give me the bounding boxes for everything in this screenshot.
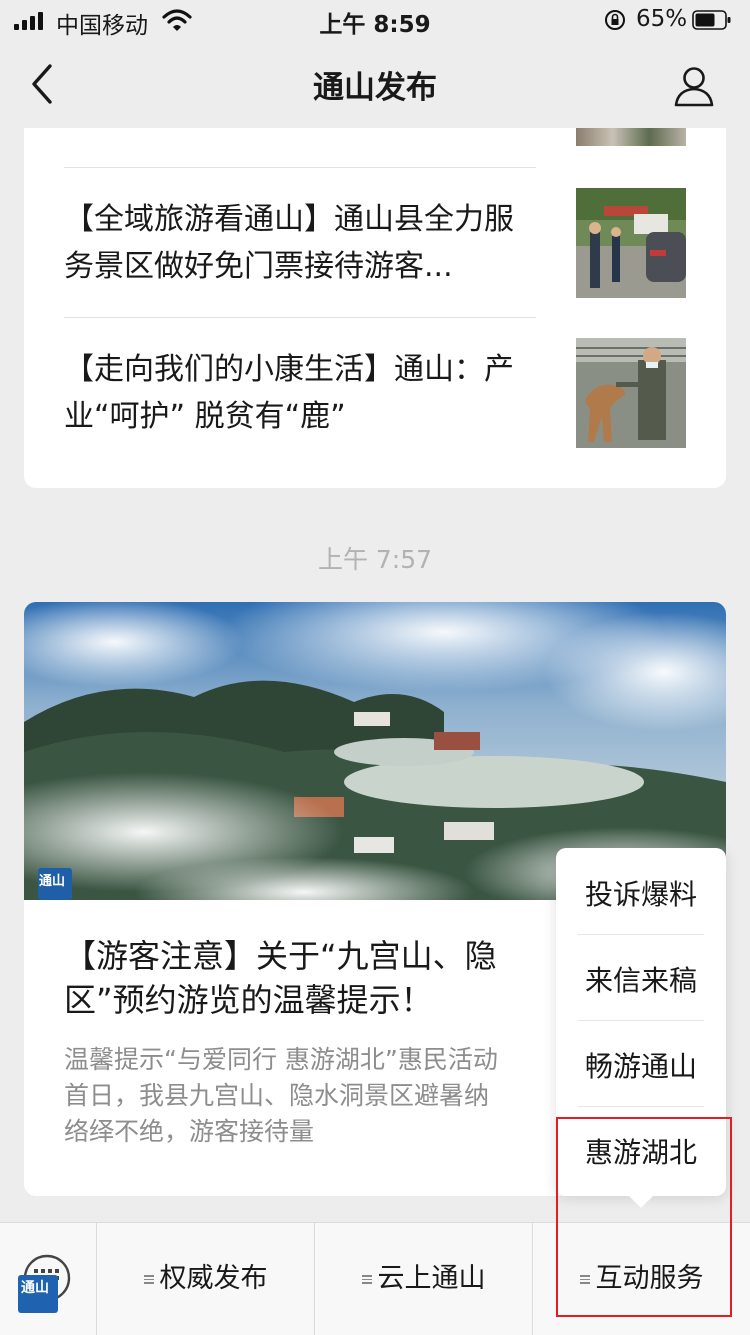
divider bbox=[578, 934, 704, 935]
battery-percent: 65% bbox=[636, 6, 688, 32]
nav-bar: 通山发布 bbox=[0, 40, 750, 128]
featured-badge: 通山 bbox=[39, 874, 66, 889]
bottom-menu-bar: 通山 权威发布 云上通山 互动服务 bbox=[0, 1222, 750, 1335]
submenu-pointer bbox=[629, 1196, 653, 1208]
app-logo-label: 通山 bbox=[21, 1280, 49, 1296]
app-logo: 通山 bbox=[18, 1275, 58, 1313]
divider bbox=[578, 1020, 704, 1021]
submenu-item-tour-tongshan[interactable]: 畅游通山 bbox=[578, 1024, 704, 1110]
orientation-lock-icon bbox=[605, 10, 625, 30]
submenu-item-tour-hubei[interactable]: 惠游湖北 bbox=[578, 1110, 704, 1196]
article-row-partial[interactable] bbox=[24, 128, 726, 168]
article-title[interactable]: 【全域旅游看通山】通山县全力服务景区做好免门票接待游客... bbox=[64, 196, 534, 290]
status-bar: 中国移动 上午 8:59 65% bbox=[0, 0, 750, 40]
message-timestamp: 上午 7:57 bbox=[317, 545, 433, 574]
divider bbox=[64, 167, 536, 168]
submenu-item-complaint[interactable]: 投诉爆料 bbox=[578, 852, 704, 938]
article-thumbnail[interactable] bbox=[576, 188, 686, 298]
keyboard-toggle-button[interactable]: 通山 bbox=[0, 1223, 97, 1335]
article-thumbnail bbox=[576, 128, 686, 146]
menu-list-icon bbox=[579, 1273, 590, 1286]
menu-list-icon bbox=[143, 1273, 154, 1286]
menu-label: 互动服务 bbox=[595, 1263, 704, 1294]
menu-label: 权威发布 bbox=[159, 1263, 268, 1294]
divider bbox=[64, 317, 536, 318]
submenu-popup: 投诉爆料 来信来稿 畅游通山 惠游湖北 bbox=[556, 848, 726, 1196]
article-thumbnail[interactable] bbox=[576, 338, 686, 448]
divider bbox=[578, 1106, 704, 1107]
article-title[interactable]: 【走向我们的小康生活】通山：产业“呵护” 脱贫有“鹿” bbox=[64, 346, 534, 440]
battery-icon bbox=[692, 10, 731, 30]
menu-interactive-service[interactable]: 互动服务 bbox=[533, 1223, 750, 1335]
menu-label: 云上通山 bbox=[377, 1263, 486, 1294]
menu-cloud-tongshan[interactable]: 云上通山 bbox=[315, 1223, 532, 1335]
article-card: 【全域旅游看通山】通山县全力服务景区做好免门票接待游客... 【走向我们的小康生… bbox=[24, 128, 726, 488]
profile-icon[interactable] bbox=[672, 64, 716, 108]
submenu-item-submission[interactable]: 来信来稿 bbox=[578, 938, 704, 1024]
menu-authority-release[interactable]: 权威发布 bbox=[97, 1223, 314, 1335]
page-title: 通山发布 bbox=[313, 70, 437, 106]
menu-list-icon bbox=[361, 1273, 372, 1286]
